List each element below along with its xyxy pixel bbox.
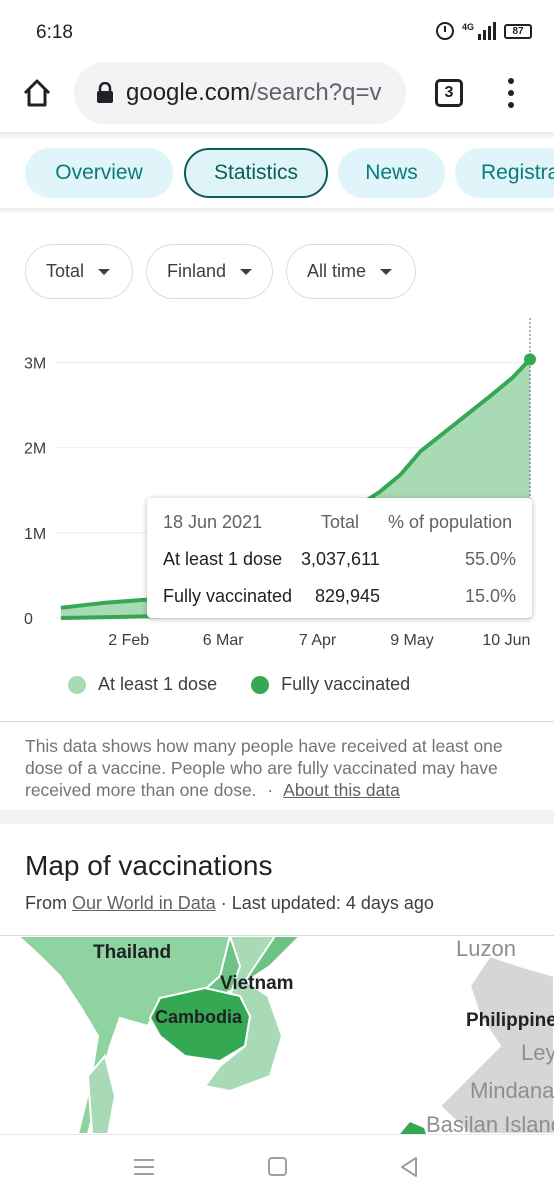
tooltip-row-pct: 55.0% (465, 549, 517, 569)
tooltip-row-label: Fully vaccinated (163, 586, 293, 606)
x-tick-label: 7 Apr (299, 632, 337, 649)
filter-period-label: All time (307, 261, 367, 281)
home-icon[interactable] (22, 78, 52, 108)
map-label-philippines: Philippines (466, 1010, 554, 1031)
data-point (524, 353, 536, 366)
chips-shadow (0, 208, 554, 214)
back-icon[interactable] (398, 1156, 420, 1178)
filter-country-label: Finland (167, 261, 227, 281)
chart-tooltip: 18 Jun 2021 Total % of population At lea… (147, 498, 532, 618)
filter-total-label: Total (46, 261, 85, 281)
map-updated: · Last updated: 4 days ago (220, 893, 434, 913)
tab-chips: Overview Statistics News Registra (0, 146, 554, 202)
signal-icon (478, 22, 496, 40)
legend-swatch-full (251, 675, 270, 694)
map-canvas (16, 936, 554, 1134)
tab-news[interactable]: News (338, 148, 445, 198)
about-data-link[interactable]: About this data (283, 780, 400, 800)
legend-swatch-dose (68, 675, 86, 694)
map-label-vietnam: Vietnam (220, 973, 294, 994)
data-note-text: This data shows how many people have rec… (25, 736, 503, 800)
tooltip-col-pct: % of population (388, 512, 513, 532)
tab-statistics[interactable]: Statistics (184, 148, 328, 198)
lock-icon (97, 82, 113, 103)
battery-icon: 87 (504, 23, 532, 39)
tooltip-row-label: At least 1 dose (163, 549, 283, 569)
home-button-icon[interactable] (268, 1157, 287, 1176)
filter-country-dropdown[interactable]: Finland (146, 244, 273, 299)
map-source-link[interactable]: Our World in Data (72, 893, 216, 913)
browser-toolbar: google.com/search?q=v 3 (0, 60, 554, 132)
address-bar[interactable]: google.com/search?q=v (74, 62, 406, 124)
status-bar: 6:18 4G 87 (0, 0, 554, 60)
legend-label-full: Fully vaccinated (281, 674, 411, 694)
filter-total-dropdown[interactable]: Total (25, 244, 133, 299)
data-note: This data shows how many people have rec… (25, 735, 535, 801)
recent-apps-icon[interactable] (134, 1159, 154, 1175)
system-nav-bar (0, 1134, 554, 1200)
y-tick-label: 0 (24, 611, 33, 628)
map-label-luzon: Luzon (456, 936, 516, 961)
x-tick-label: 9 May (390, 632, 434, 649)
map-label-leyte: Leyte (521, 1040, 554, 1065)
tooltip-date: 18 Jun 2021 (163, 512, 263, 532)
map-source-prefix: From (25, 893, 67, 913)
map-label-cambodia: Cambodia (155, 1007, 243, 1027)
url-text: google.com/search?q=v (126, 79, 382, 107)
x-tick-label: 10 Jun (482, 632, 530, 649)
status-icons: 4G 87 (435, 22, 532, 40)
y-tick-label: 2M (24, 441, 46, 458)
x-tick-label: 6 Mar (203, 632, 245, 649)
tooltip-row-pct: 15.0% (465, 586, 517, 606)
y-tick-label: 1M (24, 526, 46, 543)
x-tick-label: 2 Feb (108, 632, 149, 649)
tooltip-row-total: 3,037,611 (301, 549, 380, 569)
toolbar-shadow (0, 132, 554, 140)
status-time: 6:18 (36, 22, 73, 43)
tooltip-col-total: Total (321, 512, 360, 532)
filter-period-dropdown[interactable]: All time (286, 244, 416, 299)
map-label-basilan: Basilan Island (426, 1112, 554, 1134)
url-host: google.com (126, 79, 251, 106)
vaccination-map[interactable]: Thailand Vietnam Cambodia Luzon Philippi… (0, 936, 554, 1134)
map-subtitle: From Our World in Data · Last updated: 4… (25, 893, 434, 914)
tab-overview[interactable]: Overview (25, 148, 173, 198)
tab-registration[interactable]: Registra (455, 148, 554, 198)
divider (0, 721, 554, 722)
map-title: Map of vaccinations (25, 850, 273, 881)
chevron-down-icon (98, 268, 111, 275)
network-type: 4G (461, 22, 474, 32)
section-gap (0, 810, 554, 824)
chart-legend: At least 1 dose Fully vaccinated (68, 674, 410, 695)
url-path: /search?q=v (250, 79, 382, 106)
chevron-down-icon (240, 268, 253, 275)
map-label-mindanao: Mindanao (470, 1078, 554, 1103)
alarm-icon (435, 22, 454, 40)
tooltip-row-total: 829,945 (315, 586, 381, 606)
overflow-menu-icon[interactable] (504, 78, 518, 108)
legend-label-dose: At least 1 dose (98, 674, 218, 694)
chevron-down-icon (380, 268, 393, 275)
y-tick-label: 3M (24, 356, 46, 373)
tab-switcher-button[interactable]: 3 (435, 79, 463, 107)
map-label-thailand: Thailand (93, 942, 172, 963)
region-basilan (400, 1122, 426, 1134)
note-separator: · (267, 780, 274, 800)
